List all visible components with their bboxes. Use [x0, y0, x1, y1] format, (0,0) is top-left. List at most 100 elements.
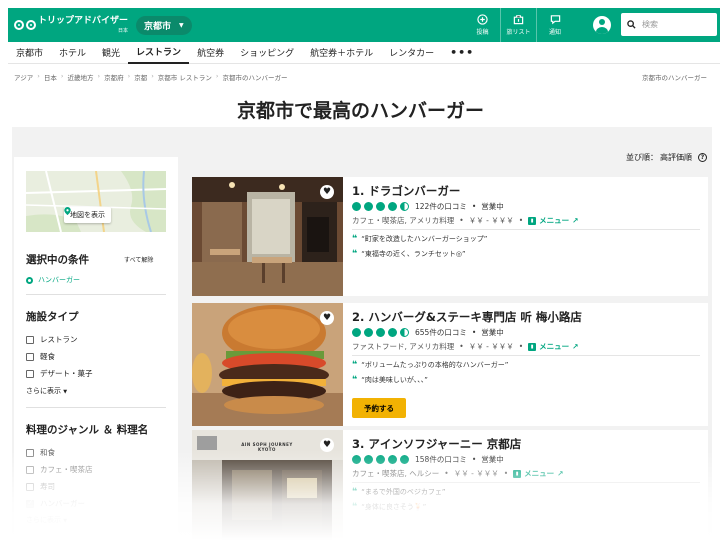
post-button[interactable]: 投稿 — [465, 8, 501, 42]
restaurant-photo[interactable]: AIN SOPH JOURNEY KYOTO ♥ — [192, 430, 343, 540]
chevron-down-icon: ▼ — [179, 21, 184, 29]
rating-bubble-icon — [364, 455, 373, 464]
show-more-link[interactable]: さらに表示 ▼ — [26, 386, 67, 396]
checkbox[interactable] — [26, 482, 34, 491]
nav-item-attractions[interactable]: 観光 — [94, 42, 128, 64]
restaurant-photo[interactable]: ♥ — [192, 177, 343, 296]
rating: 158件の口コミ • 営業中 — [352, 454, 504, 465]
divider — [352, 355, 700, 356]
restaurant-photo[interactable]: ♥ — [192, 303, 343, 426]
checkbox[interactable] — [26, 465, 34, 474]
rating-bubble-icon — [352, 202, 361, 211]
breadcrumb-item: 京都市のハンバーガー — [222, 74, 288, 82]
trip-list-icon — [513, 15, 524, 25]
avatar[interactable] — [593, 16, 611, 34]
menu-link[interactable]: ▮ メニュー ↗ — [528, 341, 578, 352]
heart-icon[interactable]: ♥ — [320, 185, 334, 199]
cuisine-heading: 料理のジャンル ＆ 料理名 — [26, 424, 149, 436]
notification-button[interactable]: 通知 — [537, 8, 573, 42]
review-snippet[interactable]: ❝ “町家を改造したハンバーガーショップ” — [352, 234, 487, 244]
nav-item-rental-car[interactable]: レンタカー — [381, 42, 442, 64]
cuisine-option[interactable]: カフェ・喫茶店 — [26, 464, 93, 475]
post-icon — [477, 14, 488, 25]
breadcrumb-item[interactable]: アジア — [14, 72, 33, 82]
checkbox-checked[interactable] — [26, 498, 34, 508]
sort-value: 高評価順 — [660, 153, 692, 162]
review-count[interactable]: 655件の口コミ — [415, 327, 467, 338]
review-snippet[interactable]: ❝ “東福寺の近く、ランチセット◎” — [352, 249, 466, 259]
menu-link[interactable]: ▮ メニュー ↗ — [528, 215, 578, 226]
breadcrumb-item[interactable]: 京都 — [134, 72, 147, 82]
help-icon[interactable]: ? — [698, 153, 707, 162]
show-more-label: さらに表示 — [26, 387, 61, 395]
restaurant-name[interactable]: 2. ハンバーグ&ステーキ専門店 听 梅小路店 — [352, 309, 582, 325]
search-input[interactable]: 検索 — [621, 13, 717, 36]
cuisine-label: カフェ・喫茶店 — [40, 465, 93, 474]
review-snippet-text: “町家を改造したハンバーガーショップ” — [361, 235, 488, 243]
categories: ファストフード, アメリカ料理 — [352, 342, 455, 351]
sort-control[interactable]: 並び順： 高評価順 ? — [626, 152, 707, 163]
breadcrumb-item[interactable]: 京都市 レストラン — [158, 72, 212, 82]
show-more-link[interactable]: さらに表示 ▼ — [26, 515, 67, 525]
checkbox[interactable] — [26, 352, 34, 361]
reserve-button[interactable]: 予約する — [352, 398, 406, 418]
checkbox[interactable] — [26, 448, 34, 457]
nav-item-hotels[interactable]: ホテル — [51, 42, 94, 64]
breadcrumb-item[interactable]: 近畿地方 — [67, 72, 93, 82]
restaurant-name[interactable]: 1. ドラゴンバーガー — [352, 183, 460, 199]
tripadvisor-logo[interactable]: トリップアドバイザー 日本 — [14, 16, 128, 34]
checkbox[interactable] — [26, 335, 34, 344]
rating: 655件の口コミ • 営業中 — [352, 327, 504, 338]
rating-bubble-icon — [388, 202, 397, 211]
cuisine-option[interactable]: 寿司 — [26, 481, 55, 492]
facility-option[interactable]: デザート・菓子 — [26, 368, 93, 379]
selected-filter[interactable]: ハンバーガー — [26, 275, 80, 285]
breadcrumb-item[interactable]: 日本 — [44, 72, 57, 82]
breadcrumb-item[interactable]: 京都府 — [104, 72, 124, 82]
city-selector[interactable]: 京都市 ▼ — [136, 15, 192, 35]
heart-icon[interactable]: ♥ — [320, 438, 334, 452]
nav-item-flight-hotel[interactable]: 航空券＋ホテル — [302, 42, 381, 64]
review-snippet[interactable]: ❝ “身体に良さそう🍹” — [352, 502, 426, 512]
show-map-button[interactable]: 地図を表示 — [64, 207, 111, 223]
clear-all-link[interactable]: すべて解除 — [124, 255, 153, 264]
facility-option[interactable]: 軽食 — [26, 351, 55, 362]
facility-option[interactable]: レストラン — [26, 334, 78, 345]
city-label: 京都市 — [144, 21, 172, 32]
quote-icon: ❝ — [352, 374, 358, 385]
price-range: ￥￥ - ￥￥￥ — [468, 216, 514, 225]
restaurant-name[interactable]: 3. アインソフジャーニー 京都店 — [352, 436, 521, 452]
cuisine-option[interactable]: 和食 — [26, 447, 55, 458]
review-snippet[interactable]: ❝ “肉は美味しいが、、、” — [352, 375, 428, 385]
menu-icon: ▮ — [528, 342, 537, 351]
rating-bubble-icon — [388, 328, 397, 337]
checkbox[interactable] — [26, 369, 34, 378]
main-nav: 京都市 ホテル 観光 レストラン 航空券 ショッピング 航空券＋ホテル レンタカ… — [8, 42, 720, 64]
nav-item-flights[interactable]: 航空券 — [189, 42, 232, 64]
show-map-label: 地図を表示 — [70, 211, 105, 219]
restaurant-card[interactable]: AIN SOPH JOURNEY KYOTO ♥ 3. アインソフジャーニー 京… — [192, 430, 708, 540]
restaurant-card[interactable]: ♥ 1. ドラゴンバーガー 122件の口コミ • 営業中 カフェ・喫茶店, アメ… — [192, 177, 708, 296]
categories: カフェ・喫茶店, ヘルシー — [352, 469, 440, 478]
open-status: 営業中 — [481, 455, 504, 464]
facility-label: 軽食 — [40, 352, 55, 361]
restaurant-card[interactable]: ♥ 2. ハンバーグ&ステーキ専門店 听 梅小路店 655件の口コミ • 営業中… — [192, 303, 708, 426]
rating-bubble-icon — [376, 328, 385, 337]
nav-item-kyoto[interactable]: 京都市 — [8, 42, 51, 64]
nav-item-shopping[interactable]: ショッピング — [232, 42, 302, 64]
menu-link[interactable]: ▮ メニュー ↗ — [513, 468, 563, 479]
nav-item-restaurants[interactable]: レストラン — [128, 42, 190, 64]
review-count[interactable]: 122件の口コミ — [415, 201, 467, 212]
external-link-icon: ↗ — [557, 469, 564, 478]
cuisine-option[interactable]: ハンバーガー — [26, 498, 85, 509]
more-icon[interactable]: ••• — [442, 46, 482, 59]
rating-bubble-icon — [352, 455, 361, 464]
review-snippet[interactable]: ❝ “ボリュームたっぷりの本格的なハンバーガー” — [352, 360, 508, 370]
review-snippet[interactable]: ❝ “まるで外国のベジカフェ” — [352, 487, 446, 497]
notification-icon — [550, 15, 560, 25]
review-count[interactable]: 158件の口コミ — [415, 454, 467, 465]
trip-list-button[interactable]: 旅リスト — [501, 8, 537, 42]
map-preview[interactable]: 地図を表示 — [26, 171, 166, 232]
heart-icon[interactable]: ♥ — [320, 311, 334, 325]
category-row: カフェ・喫茶店, ヘルシー • ￥￥ - ￥￥￥ • ▮ メニュー ↗ — [352, 468, 564, 479]
